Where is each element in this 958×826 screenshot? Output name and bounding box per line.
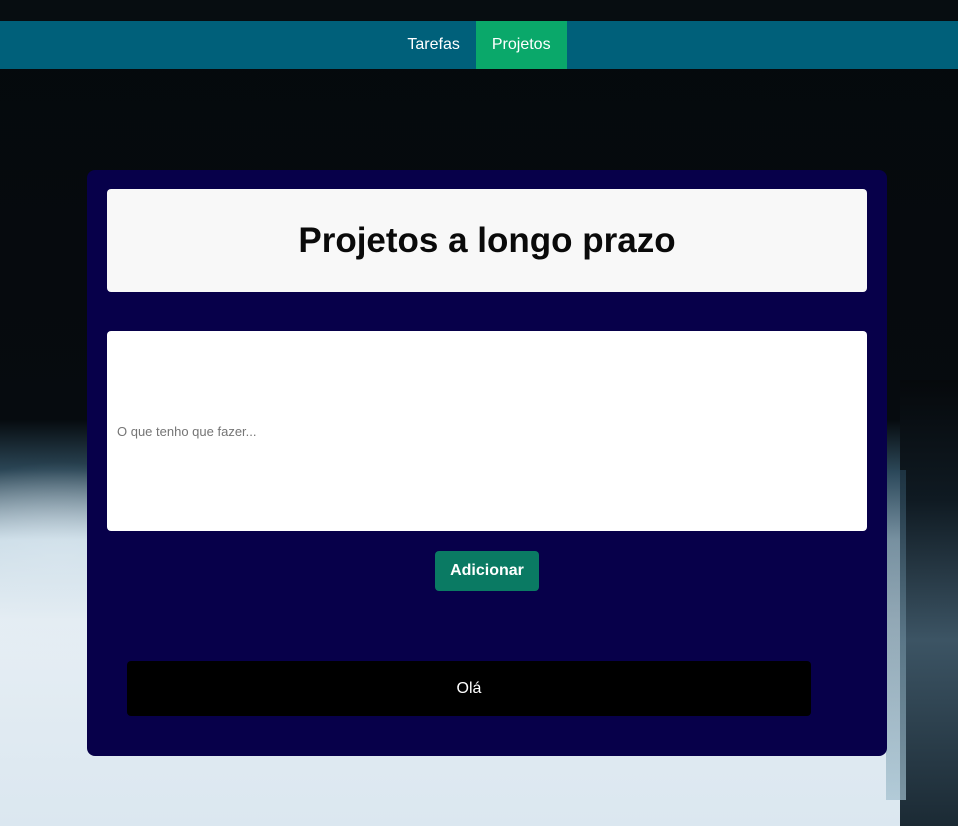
background-right-edge [900, 380, 958, 826]
nav-link-projetos[interactable]: Projetos [475, 21, 567, 69]
projects-card: Projetos a longo prazo Adicionar Olá [87, 170, 887, 756]
page-title: Projetos a longo prazo [298, 220, 676, 260]
task-input[interactable] [107, 331, 867, 531]
background-right-glow [886, 470, 906, 800]
top-strip [0, 0, 958, 21]
nav-link-tarefas[interactable]: Tarefas [391, 21, 475, 69]
title-box: Projetos a longo prazo [107, 189, 867, 292]
list-item: Olá [127, 661, 811, 716]
navbar: Tarefas Projetos [0, 21, 958, 69]
list-item-text: Olá [456, 679, 482, 697]
add-button[interactable]: Adicionar [435, 551, 539, 591]
